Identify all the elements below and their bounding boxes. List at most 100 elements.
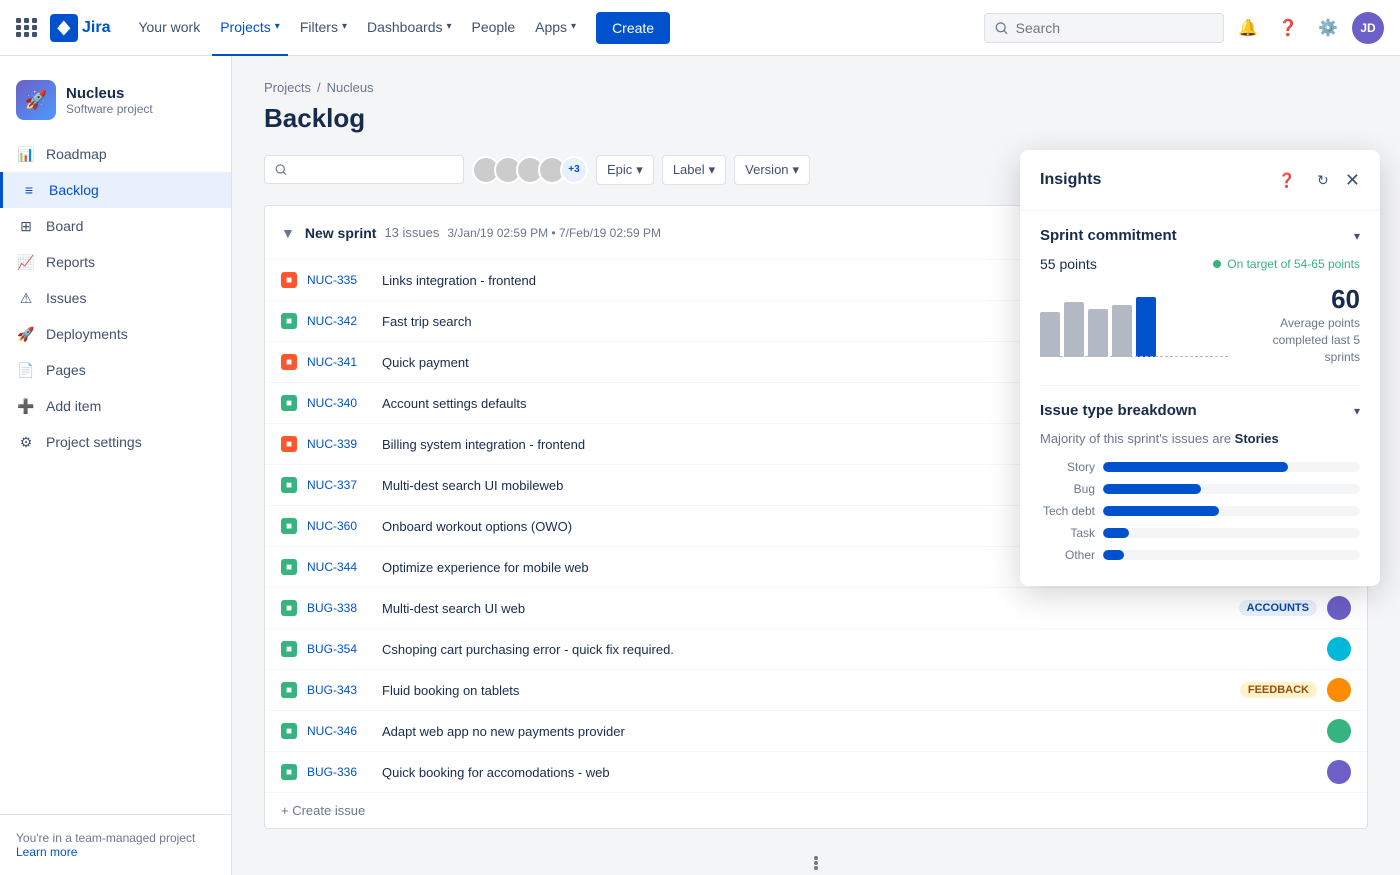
notifications-button[interactable]: 🔔 — [1232, 12, 1264, 44]
issue-type-icon: ■ — [281, 723, 297, 739]
issue-key[interactable]: BUG-354 — [307, 642, 372, 656]
sidebar-item-pages[interactable]: 📄 Pages — [0, 352, 231, 388]
sidebar-nav: 📊 Roadmap ≡ Backlog ⊞ Board 📈 Reports ⚠ … — [0, 136, 231, 814]
issue-type-icon: ■ — [281, 313, 297, 329]
table-row[interactable]: ■ BUG-354 Cshoping cart purchasing error… — [265, 629, 1367, 670]
issue-key[interactable]: NUC-340 — [307, 396, 372, 410]
insights-panel: Insights ❓ ↻ ✕ Sprint commitment ▾ 55 po… — [1020, 150, 1380, 586]
table-row[interactable]: ■ BUG-343 Fluid booking on tablets FEEDB… — [265, 670, 1367, 711]
avatar-extra[interactable]: +3 — [560, 156, 588, 184]
user-avatar[interactable]: JD — [1352, 12, 1384, 44]
sidebar-item-project-settings[interactable]: ⚙ Project settings — [0, 424, 231, 460]
table-row[interactable]: ■ BUG-338 Multi-dest search UI web ACCOU… — [265, 588, 1367, 629]
apps-grid-icon[interactable] — [16, 18, 38, 37]
breadcrumb: Projects / Nucleus — [264, 80, 1368, 95]
breakdown-label-other: Other — [1040, 548, 1095, 562]
issue-key[interactable]: BUG-338 — [307, 601, 372, 615]
breakdown-row-story: Story — [1040, 460, 1360, 474]
insights-refresh-button[interactable]: ↻ — [1309, 166, 1337, 194]
issue-avatar — [1327, 637, 1351, 661]
commitment-title: Sprint commitment — [1040, 227, 1177, 244]
breakdown-label-bug: Bug — [1040, 482, 1095, 496]
chart-bar-3 — [1088, 309, 1108, 357]
sidebar-item-add-item[interactable]: ➕ Add item — [0, 388, 231, 424]
chart-bar-4 — [1112, 305, 1132, 357]
create-button[interactable]: Create — [596, 12, 670, 44]
breakdown-row-other: Other — [1040, 548, 1360, 562]
breadcrumb-nucleus[interactable]: Nucleus — [327, 80, 374, 95]
issue-key[interactable]: NUC-337 — [307, 478, 372, 492]
sidebar-item-issues[interactable]: ⚠ Issues — [0, 280, 231, 316]
breakdown-row-techdebt: Tech debt — [1040, 504, 1360, 518]
breakdown-fill-other — [1103, 550, 1124, 560]
breadcrumb-projects[interactable]: Projects — [264, 80, 311, 95]
label-filter-button[interactable]: Label ▾ — [662, 155, 726, 185]
epic-filter-button[interactable]: Epic ▾ — [596, 155, 654, 185]
sprint-collapse-icon[interactable]: ▼ — [281, 225, 295, 241]
nav-filters[interactable]: Filters ▾ — [292, 0, 355, 56]
issue-key[interactable]: NUC-335 — [307, 273, 372, 287]
search-box[interactable] — [984, 13, 1224, 43]
help-button[interactable]: ❓ — [1272, 12, 1304, 44]
issue-key[interactable]: BUG-336 — [307, 765, 372, 779]
table-row[interactable]: ■ NUC-346 Adapt web app no new payments … — [265, 711, 1367, 752]
insights-help-button[interactable]: ❓ — [1273, 166, 1301, 194]
nav-people[interactable]: People — [464, 0, 524, 56]
issue-label — [1301, 770, 1317, 774]
issue-key[interactable]: NUC-341 — [307, 355, 372, 369]
commitment-chevron-icon[interactable]: ▾ — [1354, 229, 1360, 243]
breakdown-fill-story — [1103, 462, 1288, 472]
search-input[interactable] — [1016, 20, 1213, 36]
issue-avatar — [1327, 760, 1351, 784]
commitment-header: Sprint commitment ▾ — [1040, 227, 1360, 244]
nav-apps[interactable]: Apps ▾ — [527, 0, 584, 56]
issue-key[interactable]: NUC-360 — [307, 519, 372, 533]
issue-key[interactable]: NUC-344 — [307, 560, 372, 574]
search-icon — [995, 21, 1008, 35]
breakdown-label-task: Task — [1040, 526, 1095, 540]
issue-type-icon: ■ — [281, 436, 297, 452]
breakdown-track-techdebt — [1103, 506, 1360, 516]
issue-type-icon: ■ — [281, 764, 297, 780]
sidebar-item-backlog[interactable]: ≡ Backlog — [0, 172, 231, 208]
settings-button[interactable]: ⚙️ — [1312, 12, 1344, 44]
issue-type-icon: ■ — [281, 354, 297, 370]
toolbar-search[interactable] — [264, 155, 464, 184]
top-nav: Jira Your work Projects ▾ Filters ▾ Dash… — [0, 0, 1400, 56]
issue-key[interactable]: NUC-346 — [307, 724, 372, 738]
on-target-dot — [1213, 260, 1221, 268]
version-filter-button[interactable]: Version ▾ — [734, 155, 810, 185]
avatar-stack: +3 — [472, 156, 588, 184]
issue-type-icon: ■ — [281, 518, 297, 534]
issue-label — [1301, 729, 1317, 733]
sidebar-item-board[interactable]: ⊞ Board — [0, 208, 231, 244]
issue-key[interactable]: BUG-343 — [307, 683, 372, 697]
issue-type-icon: ■ — [281, 641, 297, 657]
avg-points-label: Average points completed last 5 sprints — [1240, 315, 1360, 365]
issue-key[interactable]: NUC-339 — [307, 437, 372, 451]
sidebar-item-reports[interactable]: 📈 Reports — [0, 244, 231, 280]
table-row[interactable]: ■ BUG-336 Quick booking for accomodation… — [265, 752, 1367, 793]
sidebar-item-deployments[interactable]: 🚀 Deployments — [0, 316, 231, 352]
section-divider[interactable] — [264, 845, 1368, 875]
create-issue-button[interactable]: + Create issue — [265, 793, 1367, 828]
jira-logo[interactable]: Jira — [50, 14, 110, 42]
sidebar-item-roadmap[interactable]: 📊 Roadmap — [0, 136, 231, 172]
learn-more-link[interactable]: Learn more — [16, 845, 77, 859]
epic-chevron-icon: ▾ — [636, 162, 643, 178]
sprint-commitment-section: Sprint commitment ▾ 55 points On target … — [1040, 227, 1360, 365]
breakdown-type: Stories — [1235, 431, 1279, 446]
toolbar-search-input[interactable] — [293, 162, 453, 177]
nav-projects[interactable]: Projects ▾ — [212, 0, 288, 56]
insights-close-button[interactable]: ✕ — [1345, 171, 1360, 189]
nav-dashboards[interactable]: Dashboards ▾ — [359, 0, 460, 56]
filters-chevron-icon: ▾ — [342, 21, 347, 32]
issue-label: FEEDBACK — [1240, 682, 1317, 698]
issue-summary: Quick booking for accomodations - web — [382, 765, 1291, 780]
apps-chevron-icon: ▾ — [571, 21, 576, 32]
breakdown-chevron-icon[interactable]: ▾ — [1354, 404, 1360, 418]
pages-icon: 📄 — [16, 360, 36, 380]
issue-key[interactable]: NUC-342 — [307, 314, 372, 328]
issue-label: ACCOUNTS — [1239, 600, 1317, 616]
nav-your-work[interactable]: Your work — [130, 0, 208, 56]
